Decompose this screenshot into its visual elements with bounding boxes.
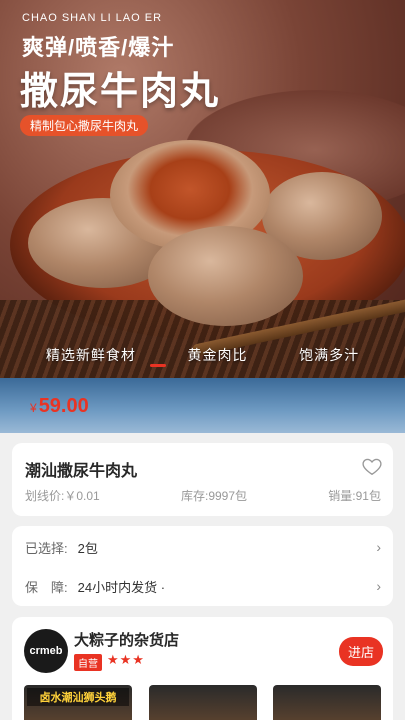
hero-badge: 精制包心撒尿牛肉丸 [20,115,149,136]
spec-label: 已选择: [25,540,68,556]
thumb-title: 卤水潮汕狮头鹅 [27,688,129,706]
hero-feature: 精选新鲜食材 [45,347,136,363]
product-price: ¥59.00 [30,395,89,418]
shop-product-thumb[interactable]: 卤水潮汕狮头鹅 [24,685,132,720]
selection-card: 已选择: 2包 › 保 障: 24小时内发货 · › [12,526,393,606]
spec-value: 2包 [77,540,98,556]
product-image-carousel[interactable]: CHAO SHAN LI LAO ER 爽弹/喷香/爆汁 撒尿牛肉丸 精制包心撒… [0,0,405,378]
chevron-right-icon: › [376,578,381,594]
product-detail-page: CHAO SHAN LI LAO ER 爽弹/喷香/爆汁 撒尿牛肉丸 精制包心撒… [0,0,405,720]
product-info-card: 潮汕撒尿牛肉丸 划线价:￥0.01 库存:9997包 销量:91包 [12,443,393,516]
price-amount: 59.00 [38,395,89,417]
currency-symbol: ¥ [30,401,37,415]
price-bar: ¥59.00 [0,378,405,433]
self-operated-badge: 自营 [74,654,102,671]
hero-feature: 黄金肉比 [187,347,248,363]
product-meta: 划线价:￥0.01 库存:9997包 销量:91包 [25,487,381,504]
hero-features: 精选新鲜食材 黄金肉比 饱满多汁 [0,345,405,365]
original-price: 划线价:￥0.01 [25,489,100,503]
heart-icon[interactable] [361,455,383,477]
sales: 销量:91包 [328,489,381,503]
hero-pinyin: CHAO SHAN LI LAO ER [22,12,163,24]
shop-product-thumb[interactable] [148,685,257,720]
shop-product-thumb[interactable] [273,685,381,720]
shop-product-thumbs: 卤水潮汕狮头鹅 [24,685,381,720]
spec-selector[interactable]: 已选择: 2包 › [25,532,381,562]
shop-name[interactable]: 大粽子的杂货店 [74,629,179,650]
guarantee-label: 保 障: [25,579,68,595]
product-name: 潮汕撒尿牛肉丸 [25,463,138,480]
hero-tagline: 爽弹/喷香/爆汁 [22,35,175,60]
stock: 库存:9997包 [180,489,248,503]
chevron-right-icon: › [376,539,381,555]
meatball [148,226,303,326]
shop-card: crmeb 大粽子的杂货店 自营 ★★★ 进店 卤水潮汕狮头鹅 [12,617,393,720]
shop-rating-stars: ★★★ [107,652,145,667]
shop-logo[interactable]: crmeb [24,629,68,673]
hero-feature: 饱满多汁 [299,347,360,363]
guarantee-row[interactable]: 保 障: 24小时内发货 · › [25,571,381,601]
carousel-indicator [150,364,166,367]
hero-title: 撒尿牛肉丸 [20,71,221,113]
guarantee-value: 24小时内发货 · [77,579,166,595]
enter-shop-button[interactable]: 进店 [338,637,383,666]
